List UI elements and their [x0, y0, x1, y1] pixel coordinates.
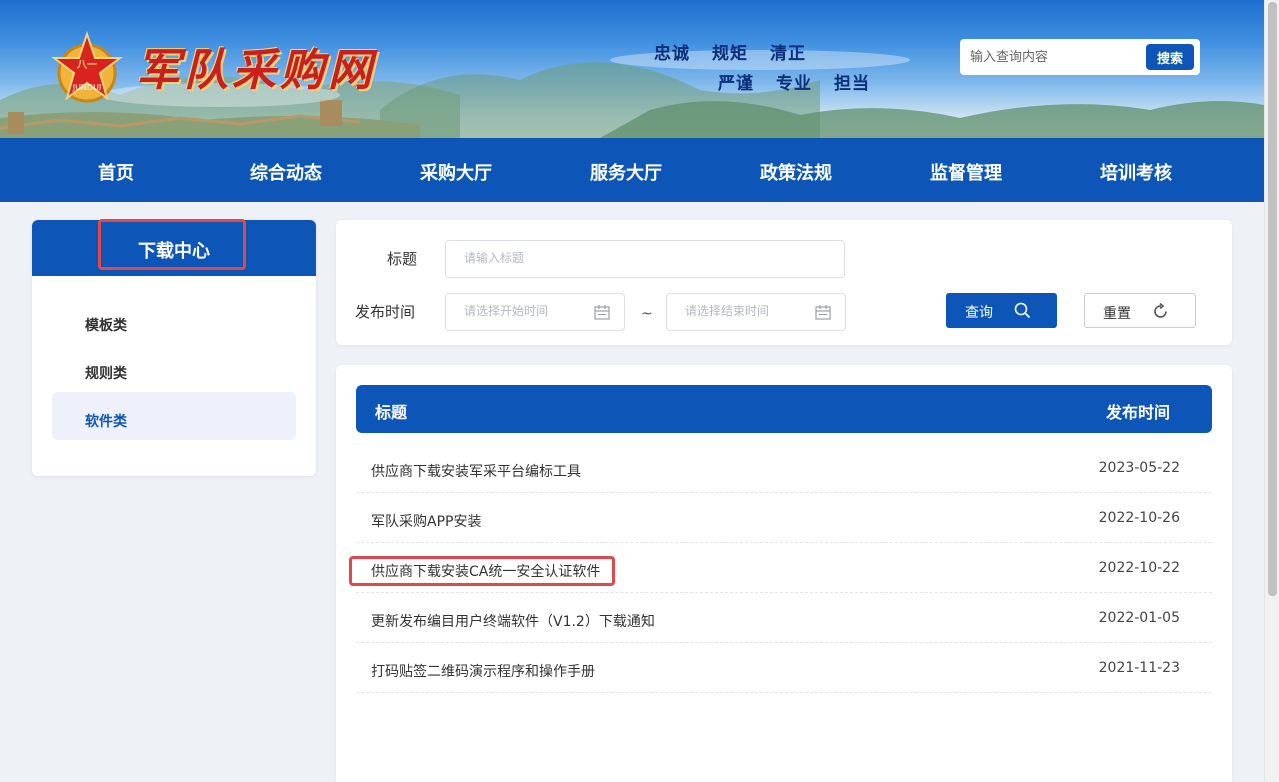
end-date-field — [666, 293, 846, 331]
nav-item-home[interactable]: 首页 — [98, 159, 134, 185]
nav-item-supervision[interactable]: 监督管理 — [930, 159, 1002, 185]
page-scrollbar[interactable] — [1264, 0, 1279, 782]
list-item[interactable]: 更新发布编目用户终端软件（V1.2）下载通知 2022-01-05 — [356, 593, 1212, 643]
list-item-date: 2023-05-22 — [1098, 460, 1180, 476]
sidebar-item-templates[interactable]: 模板类 — [52, 300, 296, 348]
list-item[interactable]: 打码贴签二维码演示程序和操作手册 2021-11-23 — [356, 643, 1212, 693]
list-item-date: 2022-10-22 — [1098, 560, 1180, 576]
list-item[interactable]: 供应商下载安装军采平台编标工具 2023-05-22 — [356, 443, 1212, 493]
list-header: 标题 发布时间 — [356, 385, 1212, 433]
query-button[interactable]: 查询 — [946, 293, 1057, 328]
nav-item-service-hall[interactable]: 服务大厅 — [590, 159, 662, 185]
site-title: 军队采购网 — [136, 45, 376, 96]
calendar-icon[interactable] — [594, 305, 610, 320]
site-search-button[interactable]: 搜索 — [1146, 44, 1194, 70]
header-banner: 八一 JUNDUI 军队采购网 忠诚规矩清正 严谨专业担当 搜索 — [0, 0, 1264, 138]
svg-text:八一: 八一 — [76, 59, 97, 71]
start-date-field — [445, 293, 625, 331]
scrollbar-thumb[interactable] — [1268, 2, 1277, 596]
nav-item-training[interactable]: 培训考核 — [1100, 159, 1172, 185]
highlight-box-sidebar-title — [98, 219, 246, 270]
list-item-date: 2022-10-26 — [1098, 510, 1180, 526]
reset-button[interactable]: 重置 — [1084, 293, 1196, 328]
list-item-title[interactable]: 供应商下载安装军采平台编标工具 — [371, 461, 581, 481]
main-nav: 首页 综合动态 采购大厅 服务大厅 政策法规 监督管理 培训考核 — [0, 138, 1264, 202]
site-search: 搜索 — [960, 39, 1200, 75]
column-header-title: 标题 — [375, 403, 408, 422]
reset-button-label: 重置 — [1103, 306, 1131, 322]
date-range-separator: ~ — [641, 306, 653, 322]
motto-line-1: 忠诚 规矩 清正 — [654, 44, 806, 64]
search-icon — [1014, 302, 1031, 319]
refresh-icon — [1154, 303, 1167, 318]
army-star-logo-icon: 八一 JUNDUI — [51, 30, 123, 103]
filter-panel: 标题 发布时间 ~ 查询 重置 — [336, 220, 1232, 345]
site-search-input[interactable] — [970, 47, 1140, 67]
start-date-input[interactable] — [464, 304, 584, 318]
motto-line-2: 严谨 专业 担当 — [718, 74, 870, 94]
nav-item-policy[interactable]: 政策法规 — [760, 159, 832, 185]
list-item[interactable]: 军队采购APP安装 2022-10-26 — [356, 493, 1212, 543]
column-header-date: 发布时间 — [1105, 403, 1170, 422]
title-filter-input[interactable] — [464, 251, 584, 265]
list-item-date: 2021-11-23 — [1098, 660, 1180, 676]
end-date-input[interactable] — [685, 304, 805, 318]
list-item-title[interactable]: 军队采购APP安装 — [371, 511, 481, 531]
list-item-title[interactable]: 更新发布编目用户终端软件（V1.2）下载通知 — [371, 611, 655, 631]
highlight-box-ca-software-row — [349, 556, 615, 586]
sidebar-item-rules[interactable]: 规则类 — [52, 348, 296, 396]
list-item-title[interactable]: 打码贴签二维码演示程序和操作手册 — [371, 661, 595, 681]
title-filter-label: 标题 — [387, 250, 418, 268]
date-filter-label: 发布时间 — [355, 303, 416, 321]
nav-item-news[interactable]: 综合动态 — [250, 159, 322, 185]
title-filter-field — [445, 240, 845, 278]
nav-item-procurement-hall[interactable]: 采购大厅 — [420, 159, 492, 185]
list-item-date: 2022-01-05 — [1098, 610, 1180, 626]
query-button-label: 查询 — [965, 305, 993, 321]
sidebar-item-software[interactable]: 软件类 — [52, 392, 296, 440]
calendar-icon[interactable] — [815, 305, 831, 320]
svg-text:JUNDUI: JUNDUI — [72, 83, 102, 92]
